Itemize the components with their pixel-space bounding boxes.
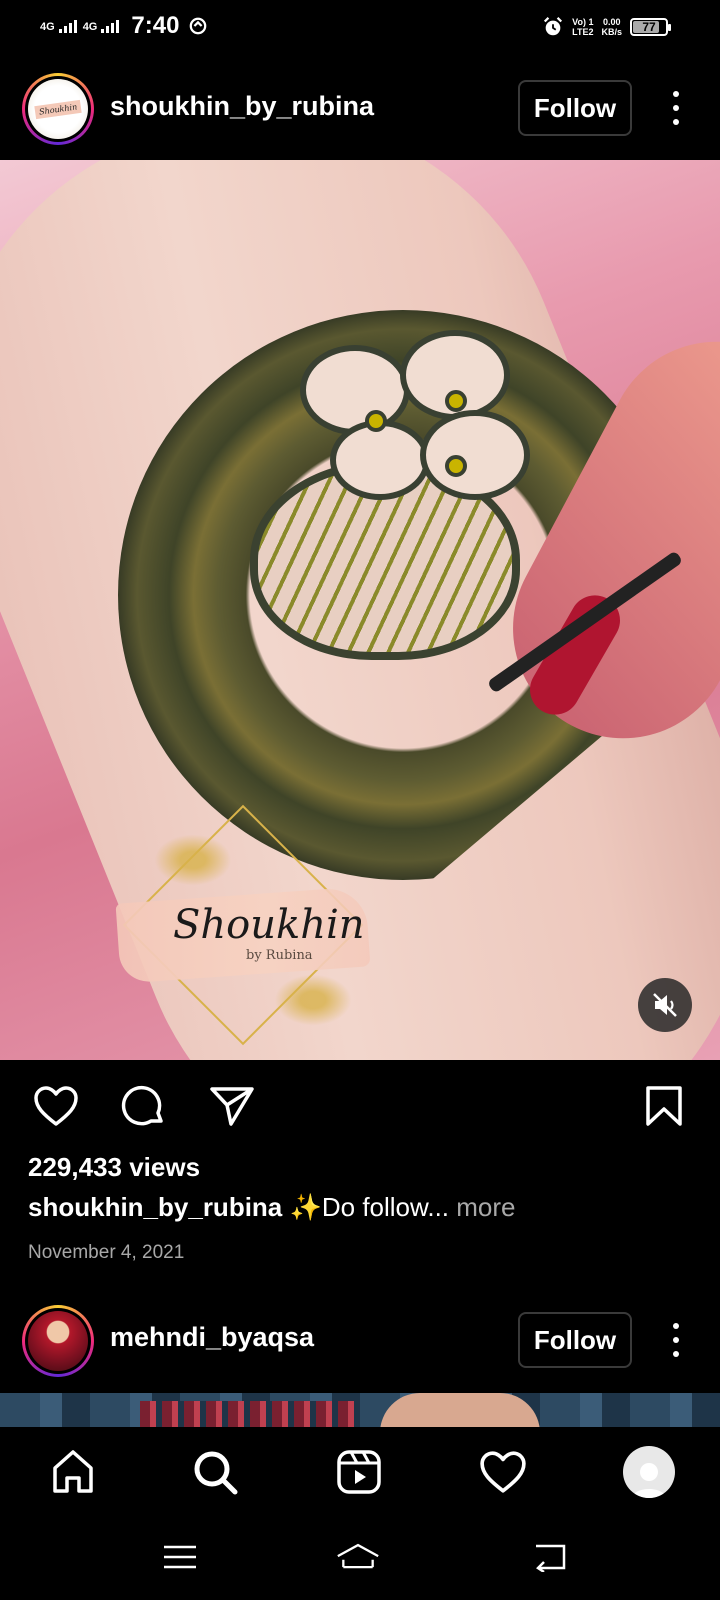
user-icon: [632, 1463, 666, 1498]
nav-profile[interactable]: [622, 1445, 676, 1499]
follow-button[interactable]: Follow: [518, 80, 632, 136]
search-icon: [194, 1451, 238, 1495]
sync-icon: [190, 17, 207, 35]
mute-button[interactable]: [638, 978, 692, 1032]
system-nav-bar: [0, 1517, 720, 1600]
nav-home[interactable]: [46, 1445, 100, 1499]
post-date: November 4, 2021: [28, 1242, 185, 1263]
comment-button[interactable]: [120, 1082, 168, 1130]
henna-petal: [420, 410, 530, 500]
more-options-icon[interactable]: [660, 86, 692, 130]
henna-dot: [365, 410, 387, 432]
signal-bars-icon: [101, 19, 120, 33]
comment-icon: [121, 1085, 163, 1126]
speaker-muted-icon: [653, 993, 677, 1017]
like-button[interactable]: [32, 1082, 80, 1130]
nav-reels[interactable]: [332, 1445, 386, 1499]
share-button[interactable]: [208, 1082, 256, 1130]
back-icon: [536, 1544, 566, 1572]
status-right: Vo) 1 LTE2 0.00 KB/s 77: [542, 16, 671, 38]
heart-icon: [480, 1451, 526, 1493]
avatar[interactable]: Shoukhin: [22, 73, 94, 145]
menu-icon: [164, 1545, 196, 1569]
profile-avatar: [623, 1446, 675, 1498]
caption-text: ✨Do follow...: [282, 1192, 450, 1222]
home-gesture-icon: [337, 1543, 379, 1569]
alarm-icon: [544, 17, 563, 36]
henna-dot: [445, 390, 467, 412]
status-bar: 4G 4G 7:40 Vo) 1 LTE2 0.00 KB/s 77: [0, 0, 720, 56]
avatar-image: Shoukhin: [28, 79, 88, 139]
view-count[interactable]: 229,433 views: [28, 1152, 200, 1183]
heart-icon: [34, 1086, 78, 1126]
clock: 7:40: [131, 12, 180, 39]
post-username[interactable]: mehndi_byaqsa: [110, 1322, 314, 1353]
home-icon: [53, 1450, 93, 1493]
more-options-icon[interactable]: [660, 1318, 692, 1362]
speed-unit: KB/s: [601, 27, 622, 37]
avatar-frame: Shoukhin: [25, 76, 91, 142]
reels-icon: [337, 1450, 381, 1494]
volte-indicator: Vo) 1 LTE2: [572, 17, 593, 37]
post-actions: [0, 1060, 720, 1150]
henna-dot: [445, 455, 467, 477]
post-header: Shoukhin shoukhin_by_rubina Follow: [0, 58, 720, 158]
status-left: 4G 4G 7:40: [40, 12, 207, 40]
follow-button[interactable]: Follow: [518, 1312, 632, 1368]
nav-activity[interactable]: [476, 1445, 530, 1499]
fabric-pattern: [140, 1401, 360, 1427]
recent-apps-button[interactable]: [158, 1537, 202, 1577]
network-type-label: 4G: [82, 21, 98, 33]
home-button[interactable]: [336, 1537, 380, 1577]
watermark-logo: Shoukhin by Rubina: [115, 804, 371, 1046]
battery-icon: 77: [630, 18, 671, 36]
bottom-nav: [0, 1427, 720, 1517]
avatar-frame: [25, 1308, 91, 1374]
post-image-preview[interactable]: [0, 1393, 720, 1427]
signal-sim1: 4G: [40, 19, 77, 33]
post-header: mehndi_byaqsa Follow: [0, 1292, 720, 1392]
caption-username[interactable]: shoukhin_by_rubina: [28, 1192, 282, 1222]
watermark-subtitle: by Rubina: [246, 948, 313, 963]
send-icon: [210, 1087, 254, 1126]
post-video[interactable]: Shoukhin by Rubina: [0, 160, 720, 1060]
post-caption[interactable]: shoukhin_by_rubina ✨Do follow... more: [28, 1192, 516, 1223]
avatar[interactable]: [22, 1305, 94, 1377]
post-username[interactable]: shoukhin_by_rubina: [110, 91, 374, 122]
network-type-label: 4G: [40, 21, 55, 33]
nav-search[interactable]: [188, 1445, 242, 1499]
avatar-logo: Shoukhin: [34, 99, 82, 119]
save-button[interactable]: [640, 1082, 688, 1130]
network-speed: 0.00 KB/s: [601, 17, 622, 37]
volte-label: Vo) 1: [572, 17, 594, 27]
caption-more-link[interactable]: more: [449, 1192, 515, 1222]
speed-value: 0.00: [602, 17, 621, 27]
battery-level: 77: [642, 20, 656, 34]
lte-label: LTE2: [572, 27, 594, 37]
watermark-title: Shoukhin: [173, 902, 365, 948]
back-button[interactable]: [528, 1537, 572, 1577]
henna-petal: [330, 420, 430, 500]
avatar-image: [28, 1311, 88, 1371]
signal-bars-icon: [58, 19, 77, 33]
signal-sim2: 4G: [83, 19, 120, 33]
bookmark-icon: [646, 1086, 682, 1126]
arm-image: [380, 1393, 540, 1427]
